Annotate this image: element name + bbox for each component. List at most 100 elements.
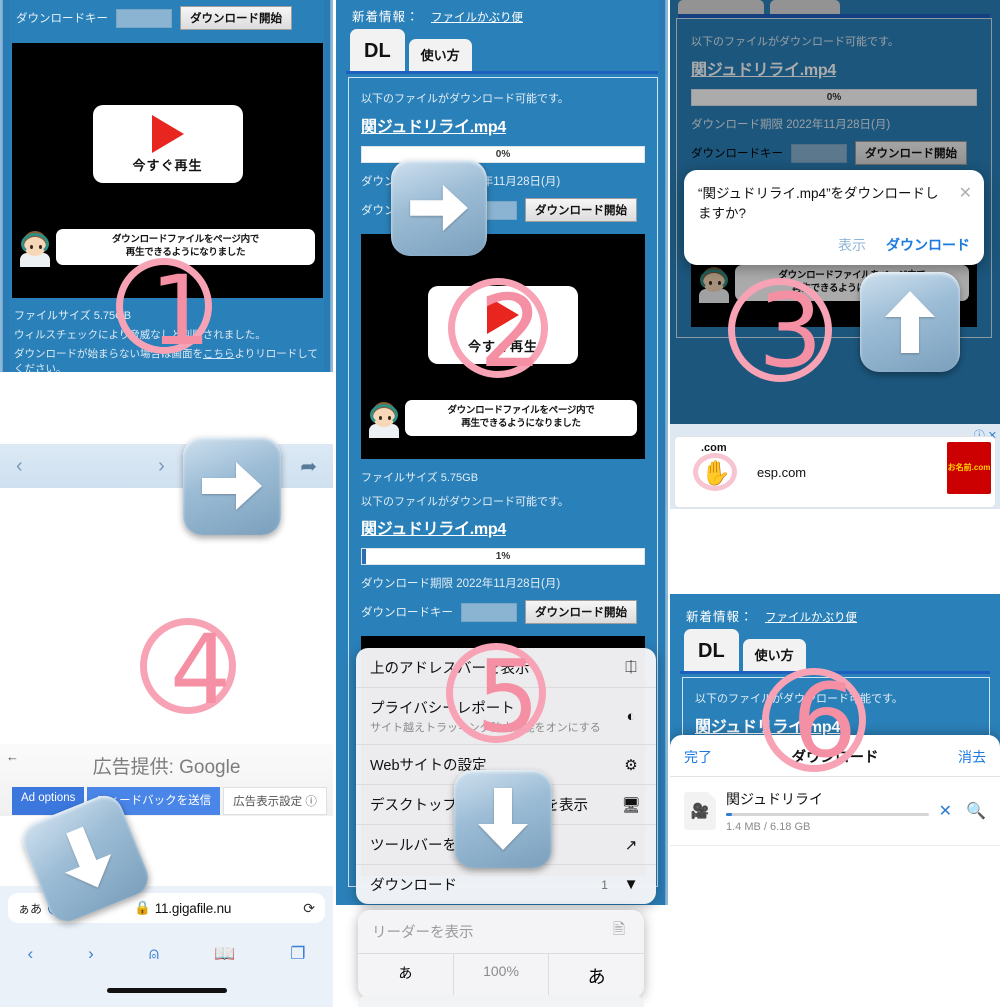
download-lead-text: 以下のファイルがダウンロード可能です。 <box>695 693 903 705</box>
zoom-level-label: 100% <box>454 954 550 998</box>
share-icon[interactable]: ⍝ <box>149 944 159 964</box>
news-link[interactable]: ファイルかぶり便 <box>431 12 523 24</box>
download-key-label: ダウンロードキー <box>691 148 783 160</box>
menu-item-label: Webサイトの設定 <box>370 758 487 774</box>
text-size-button[interactable]: ぁあ <box>18 900 42 917</box>
ad-logo: ✋ <box>687 447 743 497</box>
expiry-text: ダウンロード期限 2022年11月28日(月) <box>361 176 561 188</box>
downloads-panel: 完了 ダウンロード 消去 🎥 関ジュドリライ 1.4 MB / 6.18 GB … <box>670 735 1000 1007</box>
download-lead-text-2: 以下のファイルがダウンロード可能です。 <box>361 496 569 508</box>
play-now-card[interactable]: 今すぐ再生 <box>428 286 578 364</box>
view-button[interactable]: 表示 <box>838 235 866 255</box>
reload-link[interactable]: こちら <box>203 348 235 360</box>
zoom-in-button[interactable]: あ <box>549 954 644 998</box>
clear-button[interactable]: 消去 <box>958 747 986 767</box>
done-button[interactable]: 完了 <box>684 747 712 767</box>
chevron-right-icon[interactable]: › <box>158 455 165 478</box>
menu-item-label: プライバシーレポート <box>370 701 515 717</box>
reload-notice-part-a: ダウンロードが始まらない場合は画面を <box>14 348 203 361</box>
download-item-actions: ✕ 🔍 <box>939 801 986 821</box>
url-bar-left-controls[interactable]: ぁあ ↓ <box>18 900 63 917</box>
menu-item-5[interactable]: ダウンロード 1 ▼ <box>356 865 656 904</box>
tab-bar: DL 使い方 <box>670 629 1000 671</box>
menu-item-reader[interactable]: リーダーを表示 🖹 <box>358 910 644 954</box>
reload-icon[interactable]: ⟳ <box>303 900 315 917</box>
download-start-button[interactable]: ダウンロード開始 <box>525 198 637 222</box>
search-icon[interactable]: 🔍 <box>966 801 986 821</box>
menu-item-4[interactable]: ツールバーを非表示 ↗ <box>356 825 656 865</box>
download-key-input[interactable] <box>791 143 847 163</box>
download-confirm-question: “関ジュドリライ.mp4”をダウンロードしますか? <box>698 186 939 221</box>
tab-dl[interactable]: DL <box>350 29 405 71</box>
mascot-avatar <box>18 227 52 267</box>
download-item-name: 関ジュドリライ <box>726 791 824 807</box>
file-name-link-2[interactable]: 関ジュドリライ.mp4 <box>361 515 645 539</box>
download-arrow-icon[interactable]: ↓ <box>48 901 63 915</box>
file-name-link[interactable]: 関ジュドリライ.mp4 <box>691 56 977 80</box>
close-icon[interactable]: ✕ <box>959 183 972 203</box>
step-number-4: 4 <box>170 614 232 726</box>
tabs-icon[interactable]: ❐ <box>290 944 305 964</box>
download-item-size: 1.4 MB / 6.18 GB <box>726 821 811 833</box>
download-key-row: ダウンロードキー ダウンロード開始 <box>0 0 333 30</box>
menu-item-2[interactable]: Webサイトの設定 ⚙ <box>356 745 656 785</box>
tab-howto[interactable]: 使い方 <box>742 639 806 671</box>
file-name-link[interactable]: 関ジュドリライ.mp4 <box>695 713 977 737</box>
expiry-text-2: ダウンロード期限 2022年11月28日(月) <box>361 578 561 590</box>
download-list-item[interactable]: 🎥 関ジュドリライ 1.4 MB / 6.18 GB ✕ 🔍 <box>670 777 1000 846</box>
back-arrow-icon[interactable]: ← <box>6 749 19 764</box>
download-count-badge: 1 <box>601 878 608 892</box>
url-text-group[interactable]: 🔒 11.gigafile.nu <box>134 900 231 916</box>
file-name-link[interactable]: 関ジュドリライ.mp4 <box>361 113 645 137</box>
ad-settings-button[interactable]: 広告表示設定 ⓘ <box>223 787 327 815</box>
website-settings-icon: ⚙ <box>624 756 638 774</box>
download-button[interactable]: ダウンロード <box>886 235 970 255</box>
chevron-right-icon[interactable]: › <box>88 944 94 964</box>
privacy-shield-icon: ◐ <box>626 707 636 725</box>
bubble-line-1: ダウンロードファイルをページ内で <box>111 234 259 246</box>
ad-options-button[interactable]: Ad options <box>12 787 85 815</box>
book-icon[interactable]: 📖 <box>214 944 235 964</box>
menu-item-1[interactable]: プライバシーレポート サイト越えトラッキング防止機能をオンにする ◐ <box>356 688 656 745</box>
hand-pointing-icon: ✋ <box>701 460 731 487</box>
close-icon[interactable]: ✕ <box>939 801 952 821</box>
info-icon[interactable]: ⓘ <box>305 796 317 808</box>
safari-url-bar[interactable]: ぁあ ↓ 🔒 11.gigafile.nu ⟳ <box>8 893 325 923</box>
safari-overflow-menu: 上のアドレスバーを表示 ⎅ プライバシーレポート サイト越えトラッキング防止機能… <box>356 648 656 904</box>
red-banner-ad[interactable]: お名前.com <box>947 442 991 494</box>
column-2: 新着情報： ファイルかぶり便 DL 使い方 以下のファイルがダウンロード可能です… <box>336 0 668 1007</box>
download-key-input[interactable] <box>461 602 517 622</box>
compass-icon[interactable]: ➦ <box>300 454 317 479</box>
menu-item-label: ツールバーを非表示 <box>370 838 501 854</box>
menu-item-0[interactable]: 上のアドレスバーを表示 ⎅ <box>356 648 656 688</box>
address-bar-top-icon: ⎅ <box>624 659 637 676</box>
reload-notice: ダウンロードが始まらない場合は画面をこちらよりリロードしてください。 <box>0 345 333 372</box>
ad-feedback-button[interactable]: フィードバックを送信 <box>87 787 221 815</box>
download-key-input[interactable] <box>461 200 517 220</box>
chevron-left-icon[interactable]: ‹ <box>16 455 23 478</box>
download-confirm-actions: 表示 ダウンロード <box>698 235 970 255</box>
tab-underline <box>680 671 990 674</box>
tab-dl[interactable]: DL <box>684 629 739 671</box>
tab-howto[interactable]: 使い方 <box>408 39 472 71</box>
zoom-out-button[interactable]: あ <box>358 954 454 998</box>
play-now-card[interactable]: 今すぐ再生 <box>92 105 243 183</box>
news-label: 新着情報： <box>352 10 420 24</box>
download-key-input[interactable] <box>116 8 172 28</box>
google-ad-title: 広告提供: Google <box>92 757 241 778</box>
progress-label: 0% <box>495 149 511 160</box>
news-label: 新着情報： <box>686 610 754 624</box>
download-start-button[interactable]: ダウンロード開始 <box>180 6 292 30</box>
video-preview-area[interactable]: 今すぐ再生 ダウンロードファイルをページ内で 再生できるようになりました <box>12 43 323 298</box>
column-3: 以下のファイルがダウンロード可能です。 関ジュドリライ.mp4 0% ダウンロー… <box>670 0 1000 1007</box>
google-ad-buttons: Ad options フィードバックを送信 広告表示設定 ⓘ <box>0 779 333 815</box>
bubble-line-2: 再生できるようになりました <box>792 283 912 295</box>
page-left-edge <box>0 0 9 372</box>
menu-item-3[interactable]: デスクトップ用Webサイトを表示 🖥 <box>356 785 656 825</box>
news-link[interactable]: ファイルかぶり便 <box>765 612 857 624</box>
video-preview-area[interactable]: 今すぐ再生 ダウンロードファイルをページ内で 再生できるようになりました <box>361 234 645 459</box>
download-start-button[interactable]: ダウンロード開始 <box>855 141 967 165</box>
chevron-left-icon[interactable]: ‹ <box>28 944 34 964</box>
download-start-button[interactable]: ダウンロード開始 <box>525 600 637 624</box>
ios-ad-card[interactable]: .com ✋ esp.com お名前.com <box>674 436 996 508</box>
